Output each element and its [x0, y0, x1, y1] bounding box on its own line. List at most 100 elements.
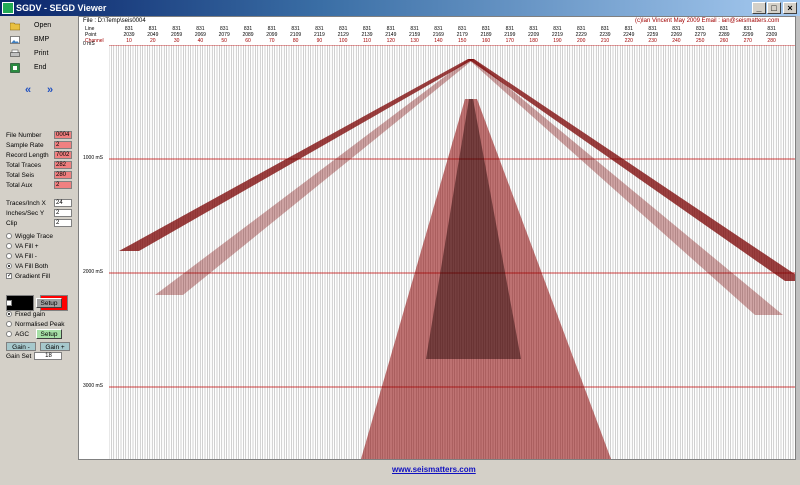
credit-text: (c)Ian Vincent May 2009 Email : ian@seis… [635, 18, 780, 24]
trace-header: 831 2279 250 [690, 26, 710, 44]
channel-value: 190 [553, 38, 562, 44]
inches-per-sec-row: Inches/Sec Y [6, 209, 44, 218]
channel-value: 240 [672, 38, 681, 44]
checkbox-box [6, 300, 12, 306]
record-length-value: 7002 [54, 151, 72, 159]
channel-value: 110 [363, 38, 371, 44]
minimize-button[interactable]: _ [752, 2, 766, 14]
clip-row: Clip [6, 219, 17, 228]
image-icon [10, 36, 20, 44]
total-seis-value: 280 [54, 171, 72, 179]
total-aux-row: Total Aux [6, 181, 32, 190]
app-window: SGDV - SEGD Viewer _ □ × Open BMP Print … [0, 0, 800, 485]
time-axis-label: 2000 mS [83, 269, 104, 275]
trace-header: 831 2239 210 [595, 26, 615, 44]
trace-header: 831 2089 60 [238, 26, 258, 44]
agc-label: AGC [15, 331, 30, 338]
trace-header: 831 2039 10 [119, 26, 139, 44]
window-title: SGDV - SEGD Viewer [16, 3, 107, 13]
filter-setup-button[interactable]: Setup [36, 298, 62, 308]
channel-value: 220 [624, 38, 633, 44]
channel-value: 10 [126, 38, 132, 44]
trace-header: 831 2259 230 [643, 26, 663, 44]
channel-value: 20 [150, 38, 156, 44]
folder-open-icon [10, 22, 20, 31]
record-length-row: Record Length [6, 151, 49, 160]
gain-set-input[interactable]: 18 [34, 352, 62, 360]
channel-value: 180 [529, 38, 538, 44]
end-button[interactable]: End [4, 61, 72, 75]
channel-value: 200 [577, 38, 586, 44]
va-fill-minus-label: VA Fill - [15, 253, 37, 260]
trace-header: 831 2149 120 [381, 26, 401, 44]
open-label: Open [34, 22, 52, 29]
next-file-button[interactable]: » [40, 83, 60, 97]
exit-icon [10, 63, 20, 73]
channel-value: 130 [410, 38, 419, 44]
total-traces-value: 282 [54, 161, 72, 169]
checkmark-icon: ✓ [6, 273, 13, 279]
channel-value: 50 [221, 38, 227, 44]
channel-value: 90 [316, 38, 323, 44]
channel-value: 30 [173, 38, 180, 44]
gain-plus-button[interactable]: Gain + [40, 342, 70, 351]
filter-label: Filter [15, 300, 30, 307]
channel-value: 210 [600, 38, 610, 44]
seismic-display: File : D:\Temp\seis0004 (c)Ian Vincent M… [78, 16, 796, 460]
trace-header: 831 2059 30 [167, 26, 187, 44]
bmp-button[interactable]: BMP [4, 33, 72, 47]
channel-value: 150 [458, 38, 467, 44]
file-path: File : D:\Temp\seis0004 [83, 18, 146, 24]
gain-minus-button[interactable]: Gain - [6, 342, 36, 351]
fixed-gain-label: Fixed gain [15, 311, 45, 318]
channel-value: 270 [743, 38, 752, 44]
print-label: Print [34, 50, 49, 57]
radio-dot [6, 253, 12, 259]
record-length-label: Record Length [6, 152, 49, 159]
time-axis-label: 1000 mS [83, 155, 104, 161]
va-fill-both-label: VA Fill Both [15, 263, 49, 270]
total-traces-label: Total Traces [6, 162, 42, 169]
app-icon [2, 2, 14, 14]
clip-input[interactable]: 2 [54, 219, 72, 227]
close-button[interactable]: × [783, 2, 797, 14]
file-number-value: 0004 [54, 131, 72, 139]
traces-per-inch-row: Traces/Inch X [6, 199, 46, 208]
radio-dot [6, 243, 12, 249]
trace-header: 831 2309 280 [762, 26, 782, 44]
channel-value: 120 [386, 38, 395, 44]
total-seis-row: Total Seis [6, 171, 34, 180]
vertical-scrollbar[interactable] [796, 16, 800, 460]
traces-per-inch-label: Traces/Inch X [6, 200, 46, 207]
gain-set-row: Gain Set [6, 352, 31, 361]
time-axis-label: 3000 mS [83, 383, 104, 389]
previous-file-button[interactable]: « [18, 83, 38, 97]
gain-set-label: Gain Set [6, 353, 32, 360]
agc-setup-button[interactable]: Setup [36, 329, 62, 339]
channel-value: 140 [434, 38, 443, 44]
maximize-button[interactable]: □ [767, 2, 781, 14]
trace-header: 831 2219 190 [547, 26, 567, 44]
trace-header: 831 2079 50 [214, 26, 234, 44]
channel-value: 170 [505, 38, 514, 44]
control-panel: Open BMP Print End « » File Number 0004 … [0, 16, 78, 485]
radio-dot [6, 331, 12, 337]
sample-rate-label: Sample Rate [6, 142, 44, 149]
total-aux-label: Total Aux [6, 182, 33, 189]
channel-value: 80 [292, 38, 299, 44]
clip-label: Clip [6, 220, 18, 227]
file-number-label: File Number [6, 132, 42, 139]
inches-per-sec-input[interactable]: 2 [54, 209, 72, 217]
trace-header: 831 2229 200 [571, 26, 591, 44]
trace-header: 831 2189 160 [476, 26, 496, 44]
gradient-fill-label: Gradient Fill [15, 273, 51, 280]
printer-icon [10, 49, 20, 57]
trace-header: 831 2209 180 [524, 26, 544, 44]
website-link[interactable]: www.seismatters.com [392, 465, 476, 474]
trace-header: 831 2199 170 [500, 26, 520, 44]
print-button[interactable]: Print [4, 47, 72, 61]
open-button[interactable]: Open [4, 19, 72, 33]
traces-per-inch-input[interactable]: 24 [54, 199, 72, 207]
va-fill-plus-label: VA Fill + [15, 243, 39, 250]
total-aux-value: 2 [54, 181, 72, 189]
